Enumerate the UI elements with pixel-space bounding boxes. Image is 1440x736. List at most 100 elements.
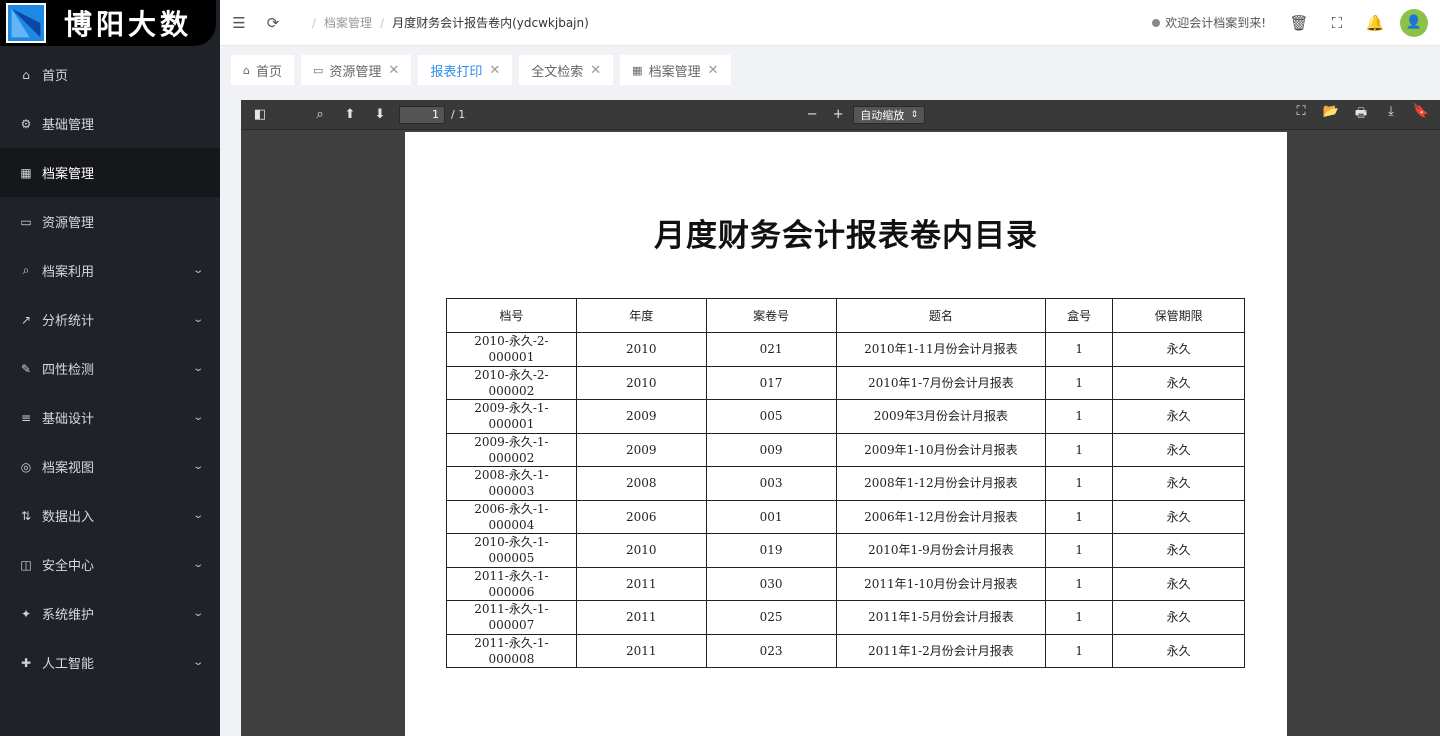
table-cell: 2010-永久-1- 000005 xyxy=(446,533,577,568)
chevron-down-icon: ⌄ xyxy=(191,314,204,325)
select-arrow-icon: ⇕ xyxy=(910,109,919,120)
avatar[interactable]: 👤 xyxy=(1400,8,1428,37)
sidebar-item[interactable]: ↗ 分析统计 ⌄ xyxy=(0,295,220,344)
open-file-icon[interactable]: 📂 xyxy=(1316,104,1346,126)
table-cell: 1 xyxy=(1045,332,1114,367)
find-icon[interactable]: ⌕ xyxy=(305,107,335,122)
tab-label: 全文检索 xyxy=(531,64,584,80)
tab-bar: ⌂ 首页 ▭ 资源管理 ✕ 报表打印 ✕ 全文检索 ✕ ▦ 档案管理 ✕ xyxy=(220,46,1440,94)
sidebar-item[interactable]: ⚙ 基础管理 xyxy=(0,99,220,148)
nav-icon: ✚ xyxy=(20,655,32,670)
sidebar-item[interactable]: ▭ 资源管理 xyxy=(0,197,220,246)
sidebar-toggle-icon[interactable]: ◧ xyxy=(245,107,275,122)
sidebar-item[interactable]: ≡ 基础设计 ⌄ xyxy=(0,393,220,442)
tab[interactable]: 报表打印 ✕ xyxy=(418,55,513,85)
sidebar-item[interactable]: ◎ 档案视图 ⌄ xyxy=(0,442,220,491)
tab-label: 报表打印 xyxy=(430,64,483,80)
user-icon: 👤 xyxy=(1405,15,1423,30)
page-number-input[interactable] xyxy=(399,105,445,124)
menu-fold-icon[interactable]: ☰ xyxy=(222,14,256,32)
column-header: 档号 xyxy=(446,298,577,333)
presentation-mode-icon[interactable]: ⛶ xyxy=(1286,104,1316,126)
breadcrumb-item[interactable]: 档案管理 xyxy=(324,14,372,31)
nav-icon: ≡ xyxy=(20,410,32,425)
zoom-in-icon[interactable]: + xyxy=(823,107,853,122)
tab[interactable]: ⌂ 首页 xyxy=(231,55,294,85)
nav-icon: ✎ xyxy=(20,361,32,376)
tab[interactable]: 全文检索 ✕ xyxy=(519,55,614,85)
status-dot-icon xyxy=(1152,18,1161,27)
table-cell: 永久 xyxy=(1112,466,1245,501)
table-cell: 1 xyxy=(1045,399,1114,434)
tab[interactable]: ▦ 档案管理 ✕ xyxy=(620,55,731,85)
table-cell: 1 xyxy=(1045,432,1114,467)
sidebar-item-label: 档案利用 xyxy=(42,265,95,280)
sidebar-item[interactable]: ✎ 四性检测 ⌄ xyxy=(0,344,220,393)
welcome-text: 欢迎会计档案到来! xyxy=(1165,16,1266,30)
close-icon[interactable]: ✕ xyxy=(388,63,399,78)
table-cell: 2011-永久-1- 000008 xyxy=(446,633,577,668)
table-cell: 永久 xyxy=(1112,365,1245,400)
chevron-down-icon: ⌄ xyxy=(191,608,204,619)
close-icon[interactable]: ✕ xyxy=(489,63,500,78)
table-row: 2011-永久-1- 000007 2011 025 2011年1-5月份会计月报表 1… xyxy=(446,600,1245,635)
table-cell: 021 xyxy=(705,332,837,367)
chevron-down-icon: ⌄ xyxy=(191,412,204,423)
chevron-down-icon: ⌄ xyxy=(191,461,204,472)
table-cell: 2011 xyxy=(575,633,707,668)
brand-logo[interactable]: 博阳大数 xyxy=(0,0,216,46)
breadcrumb: / 档案管理 / 月度财务会计报告卷内(ydcwkjbajn) xyxy=(312,14,589,31)
zoom-select[interactable]: 自动缩放 ⇕ xyxy=(853,105,926,124)
nav-icon: ✦ xyxy=(20,606,32,621)
table-cell: 2008年1-12月份会计月报表 xyxy=(835,466,1047,501)
previous-page-icon[interactable]: ⬆ xyxy=(335,107,365,122)
refresh-icon[interactable]: ⟳ xyxy=(256,14,290,32)
sidebar-item[interactable]: ✚ 人工智能 ⌄ xyxy=(0,638,220,687)
bell-icon[interactable]: 🔔 xyxy=(1356,14,1394,32)
next-page-icon[interactable]: ⬇ xyxy=(365,107,395,122)
table-cell: 019 xyxy=(705,533,837,568)
fullscreen-icon[interactable]: ⛶ xyxy=(1318,14,1356,32)
table-cell: 017 xyxy=(705,365,837,400)
nav-icon: ⌂ xyxy=(22,67,30,82)
trash-icon[interactable]: 🗑 xyxy=(1280,14,1318,32)
sidebar-item-label: 数据出入 xyxy=(42,510,95,525)
brand-name: 博阳大数 xyxy=(64,8,193,41)
nav-icon: ↗ xyxy=(20,312,32,327)
table-cell: 2011-永久-1- 000007 xyxy=(446,600,577,635)
close-icon[interactable]: ✕ xyxy=(590,63,601,78)
sidebar-item-label: 系统维护 xyxy=(42,608,95,623)
close-icon[interactable]: ✕ xyxy=(708,63,719,78)
bookmark-icon[interactable]: 🔖 xyxy=(1406,104,1436,126)
print-icon[interactable]: 🖶 xyxy=(1346,104,1376,126)
tab-label: 档案管理 xyxy=(648,64,701,80)
sidebar-item[interactable]: ◫ 安全中心 ⌄ xyxy=(0,540,220,589)
table-header-row: 档号 年度 案卷号 题名 盒号 保管期限 xyxy=(446,298,1245,333)
welcome-message: 欢迎会计档案到来! xyxy=(1152,14,1266,31)
table-cell: 2008 xyxy=(575,466,707,501)
sidebar-item[interactable]: ▦ 档案管理 xyxy=(0,148,220,197)
table-cell: 2010 xyxy=(575,332,707,367)
chevron-down-icon: ⌄ xyxy=(191,510,204,521)
sidebar-item-label: 安全中心 xyxy=(42,559,95,574)
sidebar-item-label: 资源管理 xyxy=(42,216,95,231)
table-cell: 2009-永久-1- 000002 xyxy=(446,432,577,467)
nav-icon: ▭ xyxy=(20,214,32,229)
table-cell: 永久 xyxy=(1112,432,1245,467)
table-cell: 2010年1-11月份会计月报表 xyxy=(835,332,1047,367)
table-cell: 003 xyxy=(705,466,837,501)
table-cell: 030 xyxy=(705,566,837,601)
table-row: 2011-永久-1- 000006 2011 030 2011年1-10月份会计月报表… xyxy=(446,566,1245,601)
nav-icon: ⚙ xyxy=(20,116,32,131)
sidebar-item-label: 首页 xyxy=(42,69,69,84)
logo-icon xyxy=(6,3,46,43)
table-cell: 2011 xyxy=(575,600,707,635)
sidebar-item[interactable]: ⌕ 档案利用 ⌄ xyxy=(0,246,220,295)
table-row: 2010-永久-1- 000005 2010 019 2010年1-9月份会计月报表 1… xyxy=(446,533,1245,568)
sidebar-item[interactable]: ⇅ 数据出入 ⌄ xyxy=(0,491,220,540)
download-icon[interactable]: ⤓ xyxy=(1376,104,1406,126)
table-cell: 2006年1-12月份会计月报表 xyxy=(835,499,1047,534)
sidebar-item[interactable]: ⌂ 首页 xyxy=(0,50,220,99)
tab[interactable]: ▭ 资源管理 ✕ xyxy=(301,55,412,85)
sidebar-item[interactable]: ✦ 系统维护 ⌄ xyxy=(0,589,220,638)
